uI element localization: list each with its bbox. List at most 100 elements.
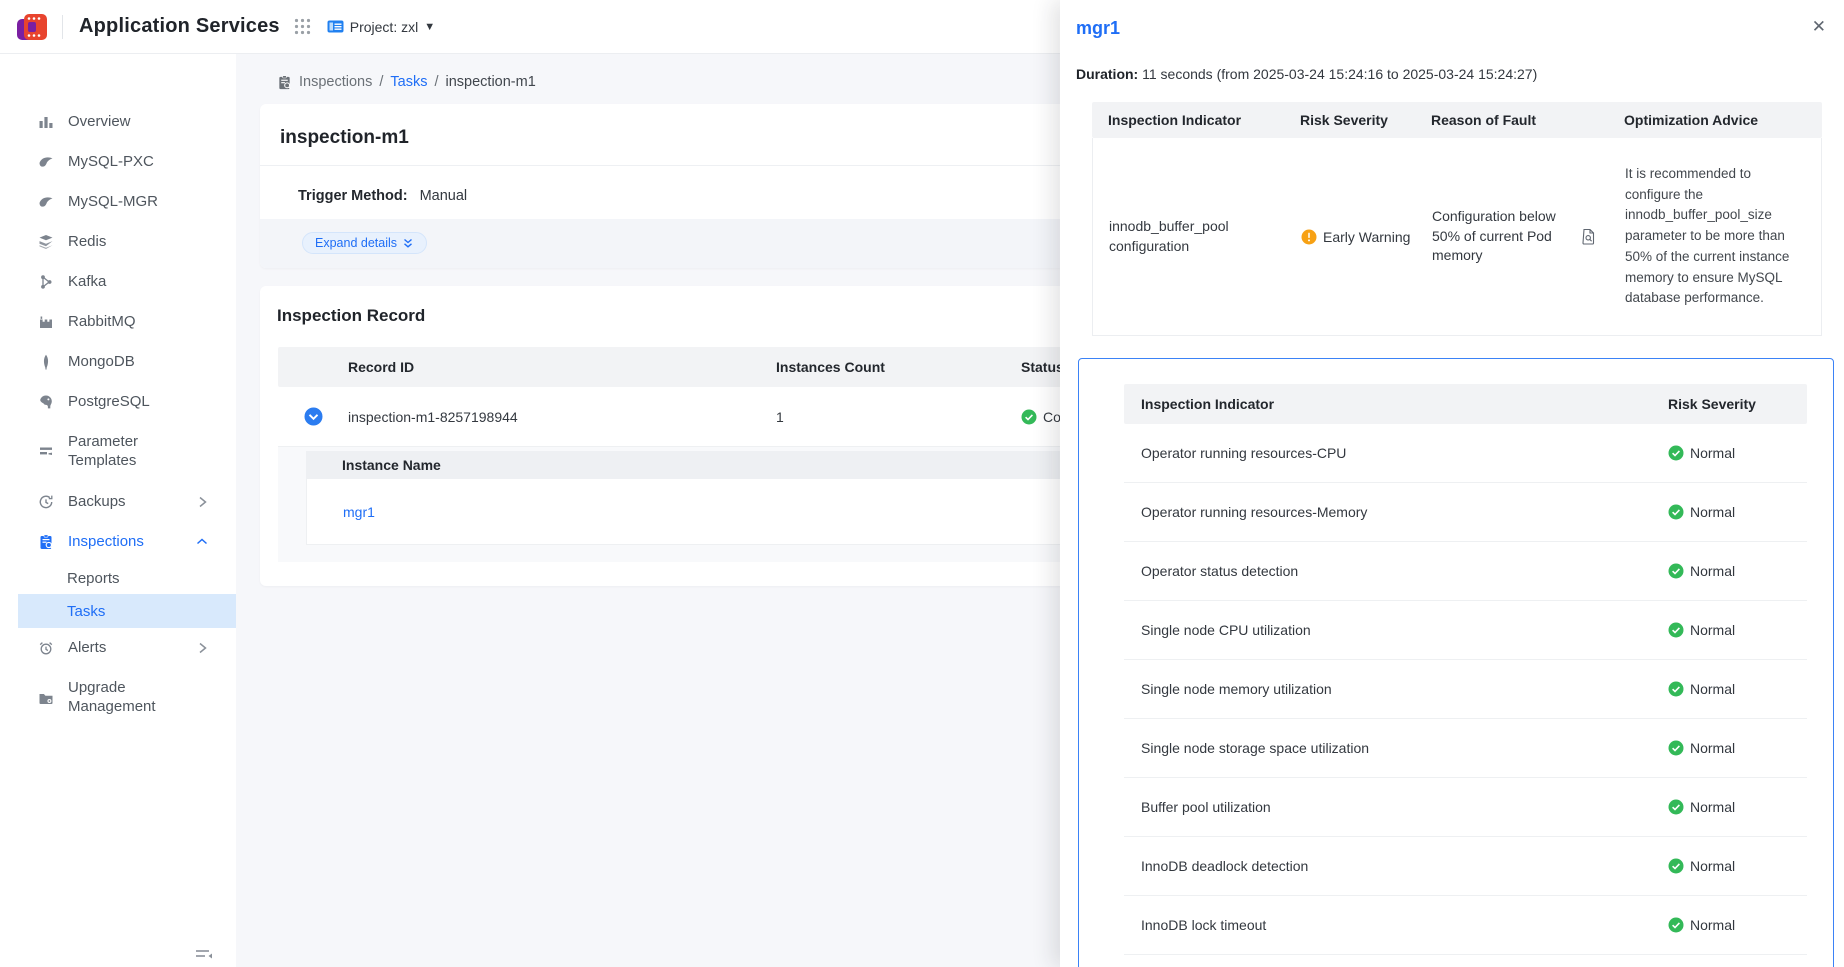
- check-circle-icon: [1668, 740, 1684, 756]
- col-optimization-advice: Optimization Advice: [1608, 112, 1822, 128]
- sidebar-item-parameter-templates[interactable]: Parameter Templates: [0, 422, 236, 482]
- check-circle-icon: [1668, 622, 1684, 638]
- status-badge: Normal: [1651, 563, 1807, 579]
- folder-gear-icon: [38, 690, 54, 706]
- sidebar-item-mongodb[interactable]: MongoDB: [0, 342, 236, 382]
- check-circle-icon: [1668, 917, 1684, 933]
- sidebar-item-rabbitmq[interactable]: RabbitMQ: [0, 302, 236, 342]
- app-grid-icon[interactable]: [294, 18, 311, 35]
- status-badge: Normal: [1651, 504, 1807, 520]
- breadcrumb: Inspections / Tasks / inspection-m1: [277, 74, 536, 90]
- close-icon[interactable]: ✕: [1812, 18, 1826, 35]
- sidebar-item-upgrade-management[interactable]: Upgrade Management: [0, 668, 236, 728]
- col-risk-severity: Risk Severity: [1651, 396, 1807, 412]
- check-circle-icon: [1668, 681, 1684, 697]
- factory-icon: [38, 314, 54, 330]
- sidebar-item-backups[interactable]: Backups: [0, 482, 236, 522]
- instance-detail-drawer: mgr1 ✕ Duration: 11 seconds (from 2025-0…: [1060, 0, 1844, 967]
- sidebar-item-kafka[interactable]: Kafka: [0, 262, 236, 302]
- normal-row: InnoDB deadlock detection Normal: [1124, 837, 1807, 896]
- project-selector[interactable]: Project: zxl ▼: [327, 19, 435, 35]
- normal-row: Operator status detection Normal: [1124, 542, 1807, 601]
- normal-table: Inspection Indicator Risk Severity Opera…: [1124, 384, 1807, 967]
- application-services-page: Application Services Project: zxl ▼: [0, 0, 1844, 967]
- col-inspection-indicator: Inspection Indicator: [1092, 112, 1284, 128]
- file-search-icon[interactable]: [1581, 228, 1609, 245]
- inspection-record-title: Inspection Record: [277, 306, 425, 326]
- bar-chart-icon: [38, 114, 54, 130]
- collapse-sidebar-icon[interactable]: [194, 948, 216, 962]
- collapse-row-icon[interactable]: [304, 407, 323, 426]
- chevron-up-icon: [196, 537, 208, 547]
- sidebar-item-redis[interactable]: Redis: [0, 222, 236, 262]
- fault-table-row: innodb_buffer_pool configuration Early W…: [1092, 138, 1822, 336]
- app-title: Application Services: [79, 15, 280, 38]
- breadcrumb-separator: /: [379, 74, 383, 90]
- sidebar-item-tasks[interactable]: Tasks: [18, 594, 236, 628]
- duration-value: 11 seconds (from 2025-03-24 15:24:16 to …: [1142, 66, 1537, 82]
- normal-row: Single node storage space utilization No…: [1124, 719, 1807, 778]
- col-risk-severity: Risk Severity: [1284, 112, 1415, 128]
- restore-icon: [38, 494, 54, 510]
- normal-table-header: Inspection Indicator Risk Severity: [1124, 384, 1807, 424]
- sliders-icon: [38, 444, 54, 460]
- breadcrumb-inspections[interactable]: Inspections: [299, 74, 372, 90]
- trigger-method-label: Trigger Method:: [298, 188, 408, 204]
- normal-indicators-panel: Inspection Indicator Risk Severity Opera…: [1078, 358, 1834, 967]
- clipboard-search-icon: [38, 534, 54, 550]
- page-title: inspection-m1: [280, 127, 409, 149]
- dolphin-icon: [38, 194, 54, 210]
- fault-reason: Configuration below 50% of current Pod m…: [1416, 207, 1581, 266]
- chevron-right-icon: [198, 496, 208, 508]
- status-badge: Normal: [1651, 681, 1807, 697]
- fault-indicator: innodb_buffer_pool configuration: [1093, 217, 1285, 256]
- col-reason-of-fault: Reason of Fault: [1415, 112, 1580, 128]
- sidebar-item-alerts[interactable]: Alerts: [0, 628, 236, 668]
- trigger-method-row: Trigger Method: Manual: [298, 188, 467, 204]
- expand-details-button[interactable]: Expand details: [302, 232, 427, 254]
- chevron-down-icon: ▼: [424, 21, 435, 33]
- normal-row: Single node memory utilization Normal: [1124, 660, 1807, 719]
- alarm-icon: [38, 640, 54, 656]
- instance-link-mgr1[interactable]: mgr1: [343, 504, 375, 520]
- status-badge: Normal: [1651, 740, 1807, 756]
- app-logo-icon: [16, 11, 48, 43]
- normal-row: Buffer pool utilization Normal: [1124, 778, 1807, 837]
- warning-circle-icon: [1301, 229, 1317, 245]
- status-badge: Normal: [1651, 858, 1807, 874]
- instances-count-cell: 1: [776, 409, 1021, 425]
- dolphin-icon: [38, 154, 54, 170]
- network-icon: [38, 274, 54, 290]
- normal-row: Single node CPU utilization Normal: [1124, 601, 1807, 660]
- sidebar-item-reports[interactable]: Reports: [0, 562, 236, 594]
- status-badge: Normal: [1651, 445, 1807, 461]
- status-badge: Normal: [1651, 799, 1807, 815]
- col-record-id: Record ID: [348, 359, 776, 375]
- sidebar-item-overview[interactable]: Overview: [0, 102, 236, 142]
- fault-advice: It is recommended to configure the innod…: [1609, 148, 1821, 325]
- sidebar-item-mysql-mgr[interactable]: MySQL-MGR: [0, 182, 236, 222]
- sidebar: Overview MySQL-PXC MySQL-MGR: [0, 54, 236, 967]
- double-chevron-down-icon: [402, 238, 414, 249]
- check-circle-icon: [1668, 858, 1684, 874]
- duration-label: Duration:: [1076, 66, 1138, 82]
- breadcrumb-current: inspection-m1: [446, 74, 536, 90]
- normal-row: Operator running resources-CPU Normal: [1124, 424, 1807, 483]
- severity-badge: Early Warning: [1285, 229, 1416, 245]
- fault-table-header: Inspection Indicator Risk Severity Reaso…: [1092, 102, 1822, 138]
- col-inspection-indicator: Inspection Indicator: [1124, 396, 1651, 412]
- normal-row-partial: [1124, 955, 1807, 967]
- sidebar-item-inspections[interactable]: Inspections: [0, 522, 236, 562]
- status-badge: Normal: [1651, 622, 1807, 638]
- project-board-icon: [327, 19, 344, 34]
- check-circle-icon: [1668, 563, 1684, 579]
- col-instances-count: Instances Count: [776, 359, 1021, 375]
- breadcrumb-tasks[interactable]: Tasks: [390, 74, 427, 90]
- sidebar-item-mysql-pxc[interactable]: MySQL-PXC: [0, 142, 236, 182]
- sidebar-item-postgresql[interactable]: PostgreSQL: [0, 382, 236, 422]
- leaf-icon: [38, 354, 54, 370]
- check-circle-icon: [1668, 445, 1684, 461]
- elephant-icon: [38, 394, 54, 410]
- project-label: Project: zxl: [350, 19, 418, 35]
- record-id-cell: inspection-m1-8257198944: [348, 409, 776, 425]
